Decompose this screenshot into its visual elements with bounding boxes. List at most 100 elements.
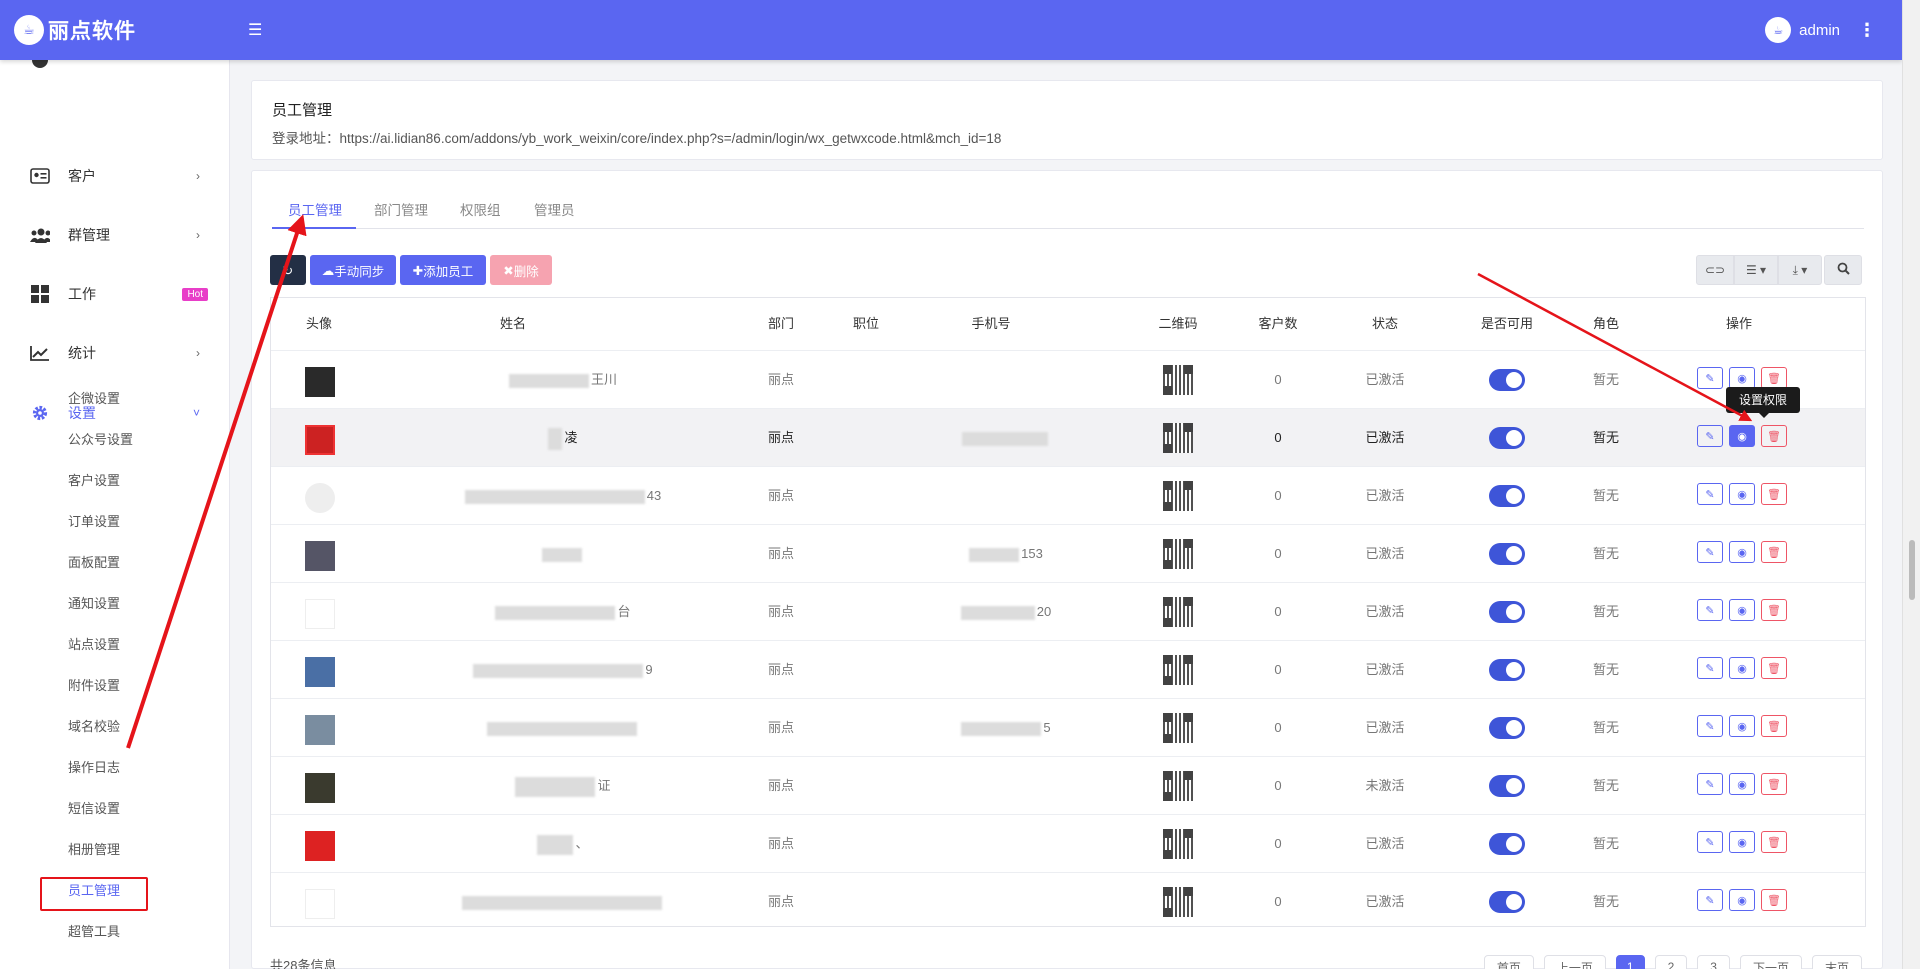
enabled-toggle[interactable]	[1489, 659, 1525, 681]
column-header-name[interactable]: 姓名	[367, 298, 659, 350]
submenu-item-official-account-settings[interactable]: 公众号设置	[68, 430, 133, 450]
tab-department-management[interactable]: 部门管理	[374, 199, 428, 219]
delete-row-button[interactable]: 🗑	[1761, 541, 1787, 563]
edit-button[interactable]: ✎	[1697, 599, 1723, 621]
tab-staff-management[interactable]: 员工管理	[288, 199, 342, 219]
set-permission-button[interactable]: ◉	[1729, 657, 1755, 679]
edit-button[interactable]: ✎	[1697, 541, 1723, 563]
submenu-item-wework-settings[interactable]: 企微设置	[68, 389, 120, 409]
edit-button[interactable]: ✎	[1697, 483, 1723, 505]
qrcode-image[interactable]	[1163, 423, 1193, 453]
refresh-button[interactable]: ↻	[270, 255, 306, 285]
submenu-item-order-settings[interactable]: 订单设置	[68, 512, 120, 532]
enabled-toggle[interactable]	[1489, 891, 1525, 913]
enabled-toggle[interactable]	[1489, 427, 1525, 449]
qrcode-image[interactable]	[1163, 655, 1193, 685]
page-scrollbar[interactable]	[1902, 0, 1920, 969]
enabled-toggle[interactable]	[1489, 369, 1525, 391]
enabled-toggle[interactable]	[1489, 601, 1525, 623]
submenu-item-operation-log[interactable]: 操作日志	[68, 758, 120, 778]
set-permission-button[interactable]: ◉	[1729, 831, 1755, 853]
qrcode-image[interactable]	[1163, 771, 1193, 801]
column-header-role[interactable]: 角色	[1561, 298, 1651, 350]
edit-button[interactable]: ✎	[1697, 715, 1723, 737]
tab-permission-group[interactable]: 权限组	[460, 199, 501, 219]
table-row[interactable]: 凌 丽点 0 已激活 暂无 ✎ ◉ 🗑	[271, 408, 1865, 466]
add-staff-button[interactable]: ✚ 添加员工	[400, 255, 486, 285]
delete-button[interactable]: ✖ 删除	[490, 255, 552, 285]
edit-button[interactable]: ✎	[1697, 367, 1723, 389]
delete-row-button[interactable]: 🗑	[1761, 715, 1787, 737]
scrollbar-thumb[interactable]	[1909, 540, 1915, 600]
user-avatar[interactable]: ☕	[1765, 17, 1792, 43]
qrcode-image[interactable]	[1163, 597, 1193, 627]
submenu-item-customer-settings[interactable]: 客户设置	[68, 471, 120, 491]
set-permission-button[interactable]: ◉	[1729, 715, 1755, 737]
column-header-avatar[interactable]: 头像	[271, 298, 367, 350]
sidebar-item-partial[interactable]	[0, 60, 229, 75]
more-options-icon[interactable]: ⋮	[1858, 20, 1876, 41]
submenu-item-site-settings[interactable]: 站点设置	[68, 635, 120, 655]
delete-row-button[interactable]: 🗑	[1761, 367, 1787, 389]
enabled-toggle[interactable]	[1489, 717, 1525, 739]
qrcode-image[interactable]	[1163, 887, 1193, 917]
column-header-position[interactable]: 职位	[826, 298, 906, 350]
delete-row-button[interactable]: 🗑	[1761, 425, 1787, 447]
enabled-toggle[interactable]	[1489, 543, 1525, 565]
page-next-button[interactable]: 下一页	[1739, 955, 1802, 969]
edit-button[interactable]: ✎	[1697, 425, 1723, 447]
set-permission-button[interactable]: ◉	[1729, 541, 1755, 563]
column-header-actions[interactable]: 操作	[1689, 298, 1789, 350]
user-name[interactable]: admin	[1799, 22, 1840, 39]
delete-row-button[interactable]: 🗑	[1761, 483, 1787, 505]
table-row[interactable]: 证 丽点 0 未激活 暂无 ✎ ◉ 🗑	[271, 756, 1865, 814]
column-header-enabled[interactable]: 是否可用	[1461, 298, 1553, 350]
qrcode-image[interactable]	[1163, 539, 1193, 569]
submenu-item-notification-settings[interactable]: 通知设置	[68, 594, 120, 614]
tab-administrators[interactable]: 管理员	[534, 199, 575, 219]
qrcode-image[interactable]	[1163, 829, 1193, 859]
column-header-qrcode[interactable]: 二维码	[1133, 298, 1223, 350]
column-header-status[interactable]: 状态	[1340, 298, 1430, 350]
columns-button[interactable]: ☰ ▾	[1734, 255, 1778, 285]
submenu-item-album-management[interactable]: 相册管理	[68, 840, 120, 860]
manual-sync-button[interactable]: ☁ 手动同步	[310, 255, 396, 285]
toggle-view-button[interactable]: ⊂⊃	[1696, 255, 1734, 285]
enabled-toggle[interactable]	[1489, 485, 1525, 507]
set-permission-button[interactable]: ◉	[1729, 483, 1755, 505]
set-permission-button[interactable]: ◉	[1729, 425, 1755, 447]
delete-row-button[interactable]: 🗑	[1761, 889, 1787, 911]
column-header-phone[interactable]: 手机号	[911, 298, 1071, 350]
edit-button[interactable]: ✎	[1697, 889, 1723, 911]
page-first-button[interactable]: 首页	[1483, 955, 1534, 969]
table-row[interactable]: 丽点 153 0 已激活 暂无 ✎ ◉ 🗑	[271, 524, 1865, 582]
submenu-item-attachment-settings[interactable]: 附件设置	[68, 676, 120, 696]
brand[interactable]: ☕ 丽点软件	[0, 0, 230, 60]
sidebar-item-work[interactable]: 工作 Hot	[0, 279, 229, 309]
submenu-item-domain-verify[interactable]: 域名校验	[68, 717, 120, 737]
set-permission-button[interactable]: ◉	[1729, 599, 1755, 621]
table-row[interactable]: 王川 丽点 0 已激活 暂无 ✎ ◉ 🗑	[271, 350, 1865, 408]
delete-row-button[interactable]: 🗑	[1761, 773, 1787, 795]
qrcode-image[interactable]	[1163, 713, 1193, 743]
column-header-customers[interactable]: 客户数	[1233, 298, 1323, 350]
table-row[interactable]: 、 丽点 0 已激活 暂无 ✎ ◉ 🗑	[271, 814, 1865, 872]
edit-button[interactable]: ✎	[1697, 657, 1723, 679]
menu-toggle-icon[interactable]: ☰	[248, 20, 262, 40]
page-last-button[interactable]: 末页	[1811, 955, 1862, 969]
page-2-button[interactable]: 2	[1654, 955, 1688, 969]
sidebar-item-customers[interactable]: 客户 ›	[0, 161, 229, 191]
sidebar-item-stats[interactable]: 统计 ›	[0, 338, 229, 368]
qrcode-image[interactable]	[1163, 365, 1193, 395]
submenu-item-super-admin-tools[interactable]: 超管工具	[68, 922, 120, 942]
page-1-button[interactable]: 1	[1615, 955, 1645, 969]
edit-button[interactable]: ✎	[1697, 773, 1723, 795]
table-row[interactable]: 43 丽点 0 已激活 暂无 ✎ ◉ 🗑	[271, 466, 1865, 524]
delete-row-button[interactable]: 🗑	[1761, 831, 1787, 853]
submenu-item-sms-settings[interactable]: 短信设置	[68, 799, 120, 819]
enabled-toggle[interactable]	[1489, 775, 1525, 797]
page-prev-button[interactable]: 上一页	[1543, 955, 1606, 969]
submenu-item-panel-config[interactable]: 面板配置	[68, 553, 120, 573]
delete-row-button[interactable]: 🗑	[1761, 599, 1787, 621]
set-permission-button[interactable]: ◉	[1729, 889, 1755, 911]
